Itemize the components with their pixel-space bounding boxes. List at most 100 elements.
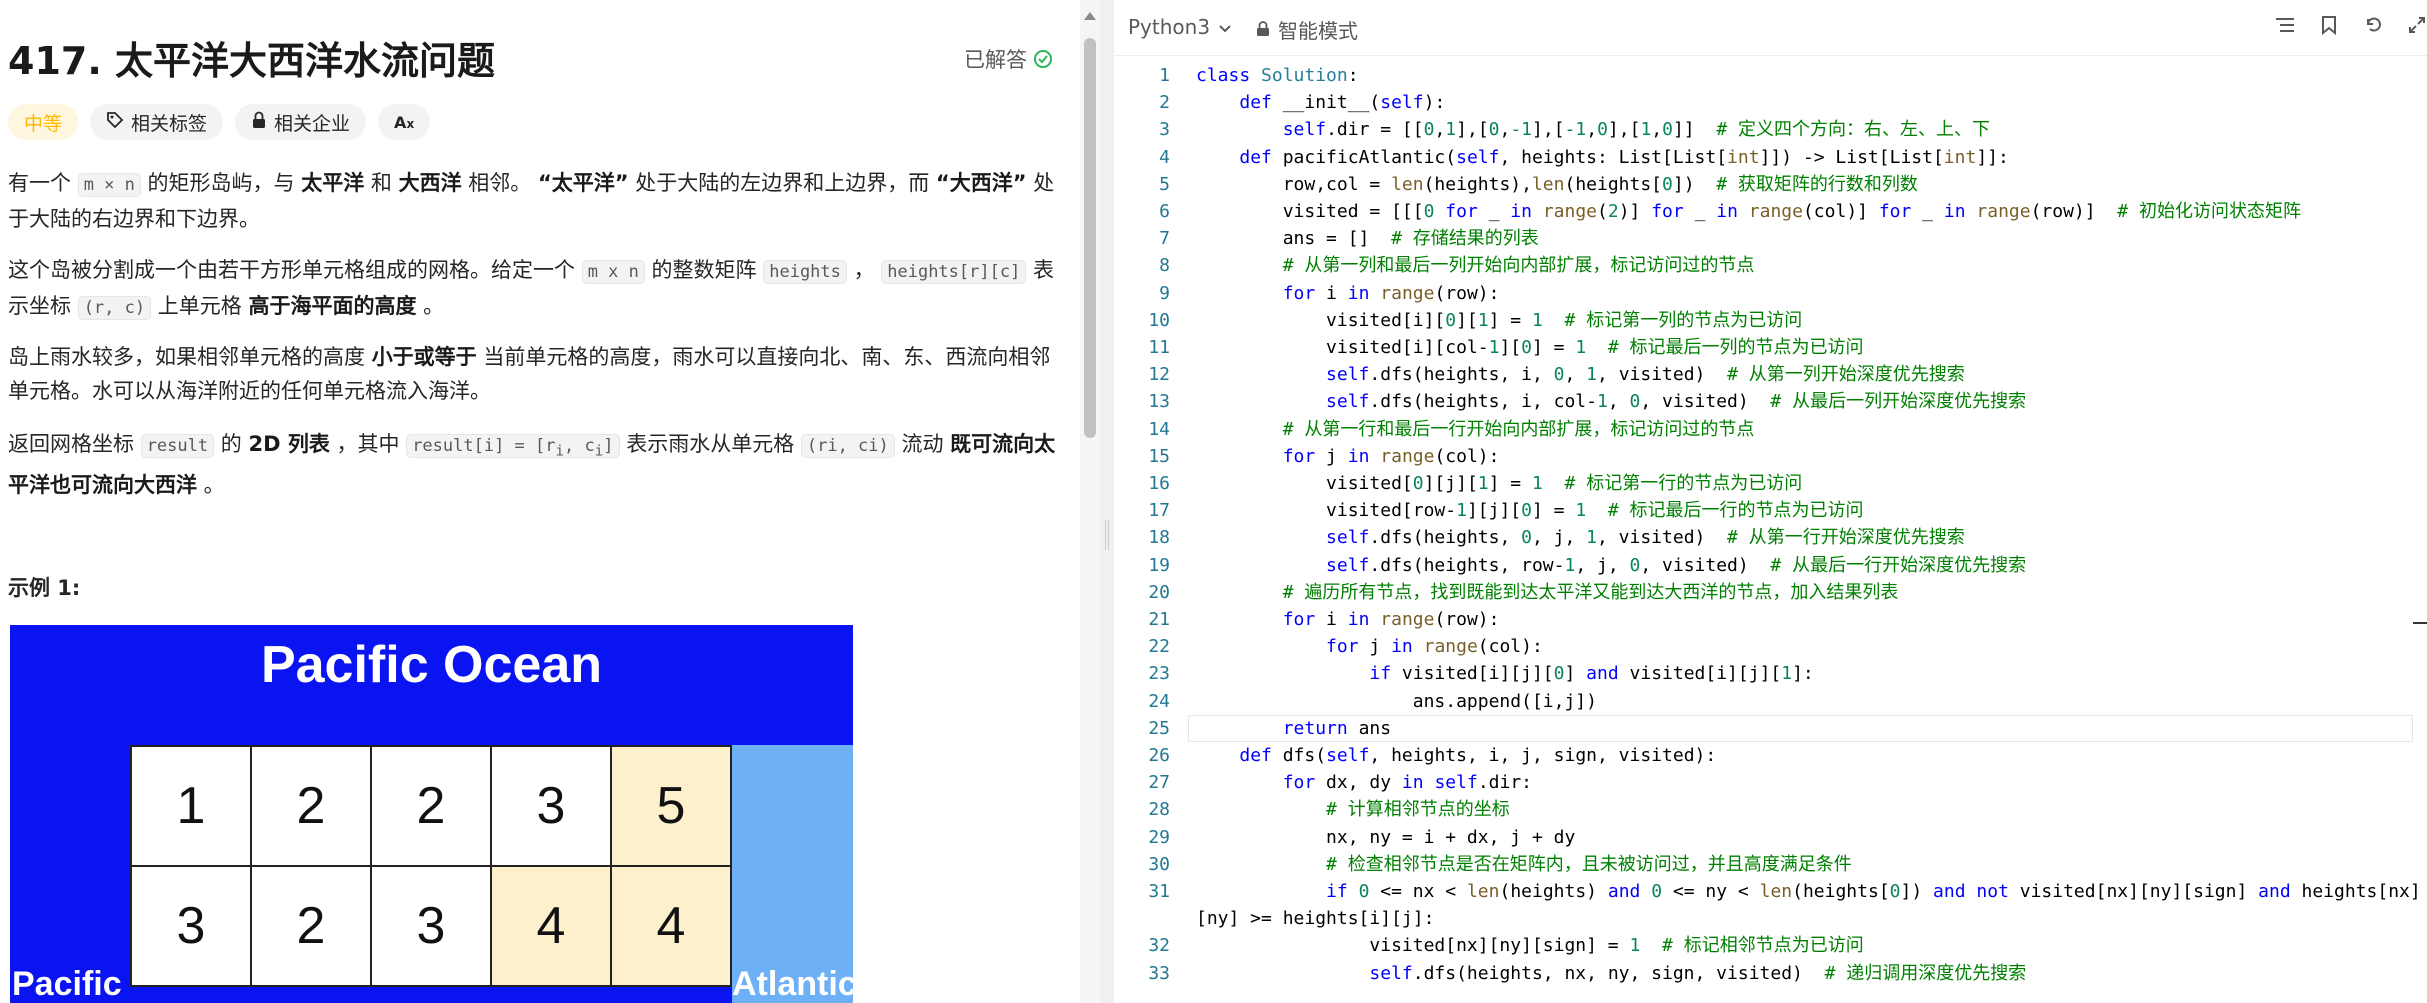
lock-icon (1256, 18, 1270, 42)
related-companies-button[interactable]: 相关企业 (235, 104, 367, 140)
panel-resize-handle[interactable] (1100, 0, 1114, 1003)
related-tags-button[interactable]: 相关标签 (90, 104, 224, 140)
code-line[interactable]: 3 self.dir = [[0,1],[0,-1],[-1,0],[1,0]]… (1114, 116, 2414, 143)
description-paragraph-1: 有一个 m × n 的矩形岛屿，与 太平洋 和 大西洋 相邻。 “太平洋” 处于… (8, 171, 1055, 231)
line-number: 31 (1148, 881, 1170, 902)
code-line[interactable]: 28 # 计算相邻节点的坐标 (1114, 796, 2414, 823)
line-number: 28 (1148, 799, 1170, 821)
description-paragraph-3: 岛上雨水较多，如果相邻单元格的高度 小于或等于 当前单元格的高度，雨水可以直接向… (8, 345, 1051, 403)
code-line[interactable]: 25 return ans (1114, 715, 2414, 742)
line-number: 25 (1148, 717, 1170, 739)
line-number: 7 (1159, 228, 1170, 250)
line-number: 21 (1148, 609, 1170, 630)
undo-icon[interactable] (2363, 14, 2383, 36)
code-line[interactable]: 26 def dfs(self, heights, i, j, sign, vi… (1114, 742, 2414, 769)
line-number: 15 (1148, 445, 1170, 467)
code-line[interactable]: 10 visited[i][0][1] = 1 # 标记第一列的节点为已访问 (1114, 307, 2414, 334)
code-line[interactable]: 31 if 0 <= nx < len(heights) and 0 <= ny… (1114, 878, 2420, 905)
code-line[interactable]: 1 class Solution: (1114, 62, 2414, 89)
line-number: 5 (1159, 173, 1170, 195)
code-editor[interactable]: 1 class Solution: 2 def __init__(self): 3 s… (1114, 62, 2427, 1003)
code-text: for dx, dy in self.dir: (1282, 772, 1532, 794)
line-number: 16 (1148, 473, 1170, 494)
height-grid: 1223532344 (130, 745, 732, 987)
scroll-up-icon[interactable] (1084, 12, 1096, 20)
line-number: 29 (1148, 826, 1170, 848)
line-number: 17 (1148, 500, 1170, 522)
code-text: ans = [] # 存储结果的列表 (1196, 228, 1539, 250)
line-number: 11 (1148, 337, 1170, 358)
translate-button[interactable]: Ax (378, 104, 431, 140)
code-line[interactable]: 16 visited[0][j][1] = 1 # 标记第一行的节点为已访问 (1114, 470, 2414, 497)
code-line[interactable]: 29 nx, ny = i + dx, j + dy (1114, 824, 2414, 851)
line-number: 24 (1148, 690, 1170, 712)
line-number: 32 (1148, 935, 1170, 957)
list-icon[interactable] (2275, 14, 2295, 36)
grid-cell: 3 (492, 747, 612, 867)
code-line[interactable]: 21 for i in range(row): (1114, 606, 2414, 633)
editor-toolbar: Python3 智能模式 (1114, 0, 2427, 56)
grid-cell: 1 (132, 747, 252, 867)
description-scrollbar[interactable] (1080, 0, 1100, 1003)
code-line[interactable]: 2 def __init__(self): (1114, 89, 2414, 116)
code-line[interactable]: 5 row,col = len(heights),len(heights[0])… (1114, 171, 2414, 198)
code-line[interactable]: 14 # 从第一行和最后一行开始向内部扩展，标记访问过的节点 (1114, 416, 2414, 443)
code-text: visited[nx][ny][sign] = 1 # 标记相邻节点为已访问 (1196, 935, 1864, 957)
code-line[interactable]: 4 def pacificAtlantic(self, heights: Lis… (1114, 144, 2414, 171)
pacific-side-label: Pacific (12, 965, 122, 1003)
code-text: self.dir = [[0,1],[0,-1],[-1,0],[1,0]] #… (1282, 119, 1991, 141)
code-line[interactable]: 9 for i in range(row): (1114, 280, 2414, 307)
pacific-ocean-label: Pacific Ocean (260, 636, 603, 694)
smart-mode-toggle[interactable]: 智能模式 (1256, 15, 1358, 44)
line-number: 6 (1159, 201, 1170, 222)
code-text: visited[i][col-1][0] = 1 # 标记最后一列的节点为已访问 (1196, 337, 1864, 358)
line-number: 26 (1148, 745, 1170, 766)
scroll-thumb[interactable] (1084, 38, 1096, 438)
line-number: 14 (1148, 418, 1170, 440)
line-number: 4 (1159, 146, 1170, 168)
code-line[interactable]: 12 self.dfs(heights, i, 0, 1, visited) #… (1114, 361, 2414, 388)
line-number: 9 (1159, 282, 1170, 304)
difficulty-badge[interactable]: 中等 (8, 104, 79, 140)
grid-cell: 2 (252, 747, 372, 867)
code-text: for i in range(row): (1282, 609, 1500, 630)
code-line[interactable]: 7 ans = [] # 存储结果的列表 (1114, 225, 2414, 252)
code-line[interactable]: 19 self.dfs(heights, row-1, j, 0, visite… (1114, 552, 2414, 579)
code-line[interactable]: 33 self.dfs(heights, nx, ny, sign, visit… (1114, 960, 2414, 987)
code-text: for i in range(row): (1282, 282, 1500, 304)
code-text: visited[0][j][1] = 1 # 标记第一行的节点为已访问 (1196, 473, 1803, 494)
mode-label: 智能模式 (1278, 19, 1358, 43)
code-text: nx, ny = i + dx, j + dy (1196, 826, 1576, 848)
code-text: def pacificAtlantic(self, heights: List[… (1239, 146, 2009, 168)
code-line[interactable]: 30 # 检查相邻节点是否在矩阵内，且未被访问过，并且高度满足条件 (1114, 851, 2414, 878)
code-text: self.dfs(heights, row-1, j, 0, visited) … (1326, 554, 2027, 576)
code-line[interactable]: 24 ans.append([i,j]) (1114, 688, 2414, 715)
code-line[interactable]: 20 # 遍历所有节点，找到既能到达太平洋又能到达大西洋的节点，加入结果列表 (1114, 579, 2414, 606)
code-line[interactable]: 17 visited[row-1][j][0] = 1 # 标记最后一行的节点为… (1114, 497, 2414, 524)
code-line[interactable]: 27 for dx, dy in self.dir: (1114, 769, 2414, 796)
code-line[interactable]: 13 self.dfs(heights, i, col-1, 0, visite… (1114, 388, 2414, 415)
line-number: 8 (1159, 255, 1170, 277)
code-line[interactable]: 8 # 从第一列和最后一列开始向内部扩展，标记访问过的节点 (1114, 252, 2414, 279)
code-text: # 遍历所有节点，找到既能到达太平洋又能到达大西洋的节点，加入结果列表 (1282, 581, 1899, 603)
line-number: 2 (1159, 92, 1170, 114)
expand-icon[interactable] (2407, 14, 2427, 36)
grid-cell: 2 (252, 867, 372, 987)
code-line[interactable]: [ny] >= heights[i][j]: (1114, 905, 2414, 932)
code-text: for j in range(col): (1326, 636, 1543, 658)
bookmark-icon[interactable] (2319, 14, 2339, 36)
code-line[interactable]: 22 for j in range(col): (1114, 633, 2414, 660)
editor-scrollbar[interactable] (2413, 62, 2427, 1003)
code-line[interactable]: 32 visited[nx][ny][sign] = 1 # 标记相邻节点为已访… (1114, 932, 2414, 959)
language-select[interactable]: Python3 (1128, 15, 1232, 39)
code-line[interactable]: 23 if visited[i][j][0] and visited[i][j]… (1114, 660, 2414, 687)
code-text: self.dfs(heights, nx, ny, sign, visited)… (1369, 962, 2027, 984)
code-line[interactable]: 15 for j in range(col): (1114, 443, 2414, 470)
example-image: Pacific Ocean 1223532344 Pacific Atlanti… (10, 625, 853, 1003)
code-text: if 0 <= nx < len(heights) and 0 <= ny < … (1326, 881, 2421, 902)
code-line[interactable]: 18 self.dfs(heights, 0, j, 1, visited) #… (1114, 524, 2414, 551)
code-line[interactable]: 11 visited[i][col-1][0] = 1 # 标记最后一列的节点为… (1114, 334, 2414, 361)
code-line[interactable]: 6 visited = [[[0 for _ in range(2)] for … (1114, 198, 2414, 225)
code-text: visited[row-1][j][0] = 1 # 标记最后一行的节点为已访问 (1196, 500, 1864, 522)
code-text: # 从第一行和最后一行开始向内部扩展，标记访问过的节点 (1282, 418, 1755, 440)
